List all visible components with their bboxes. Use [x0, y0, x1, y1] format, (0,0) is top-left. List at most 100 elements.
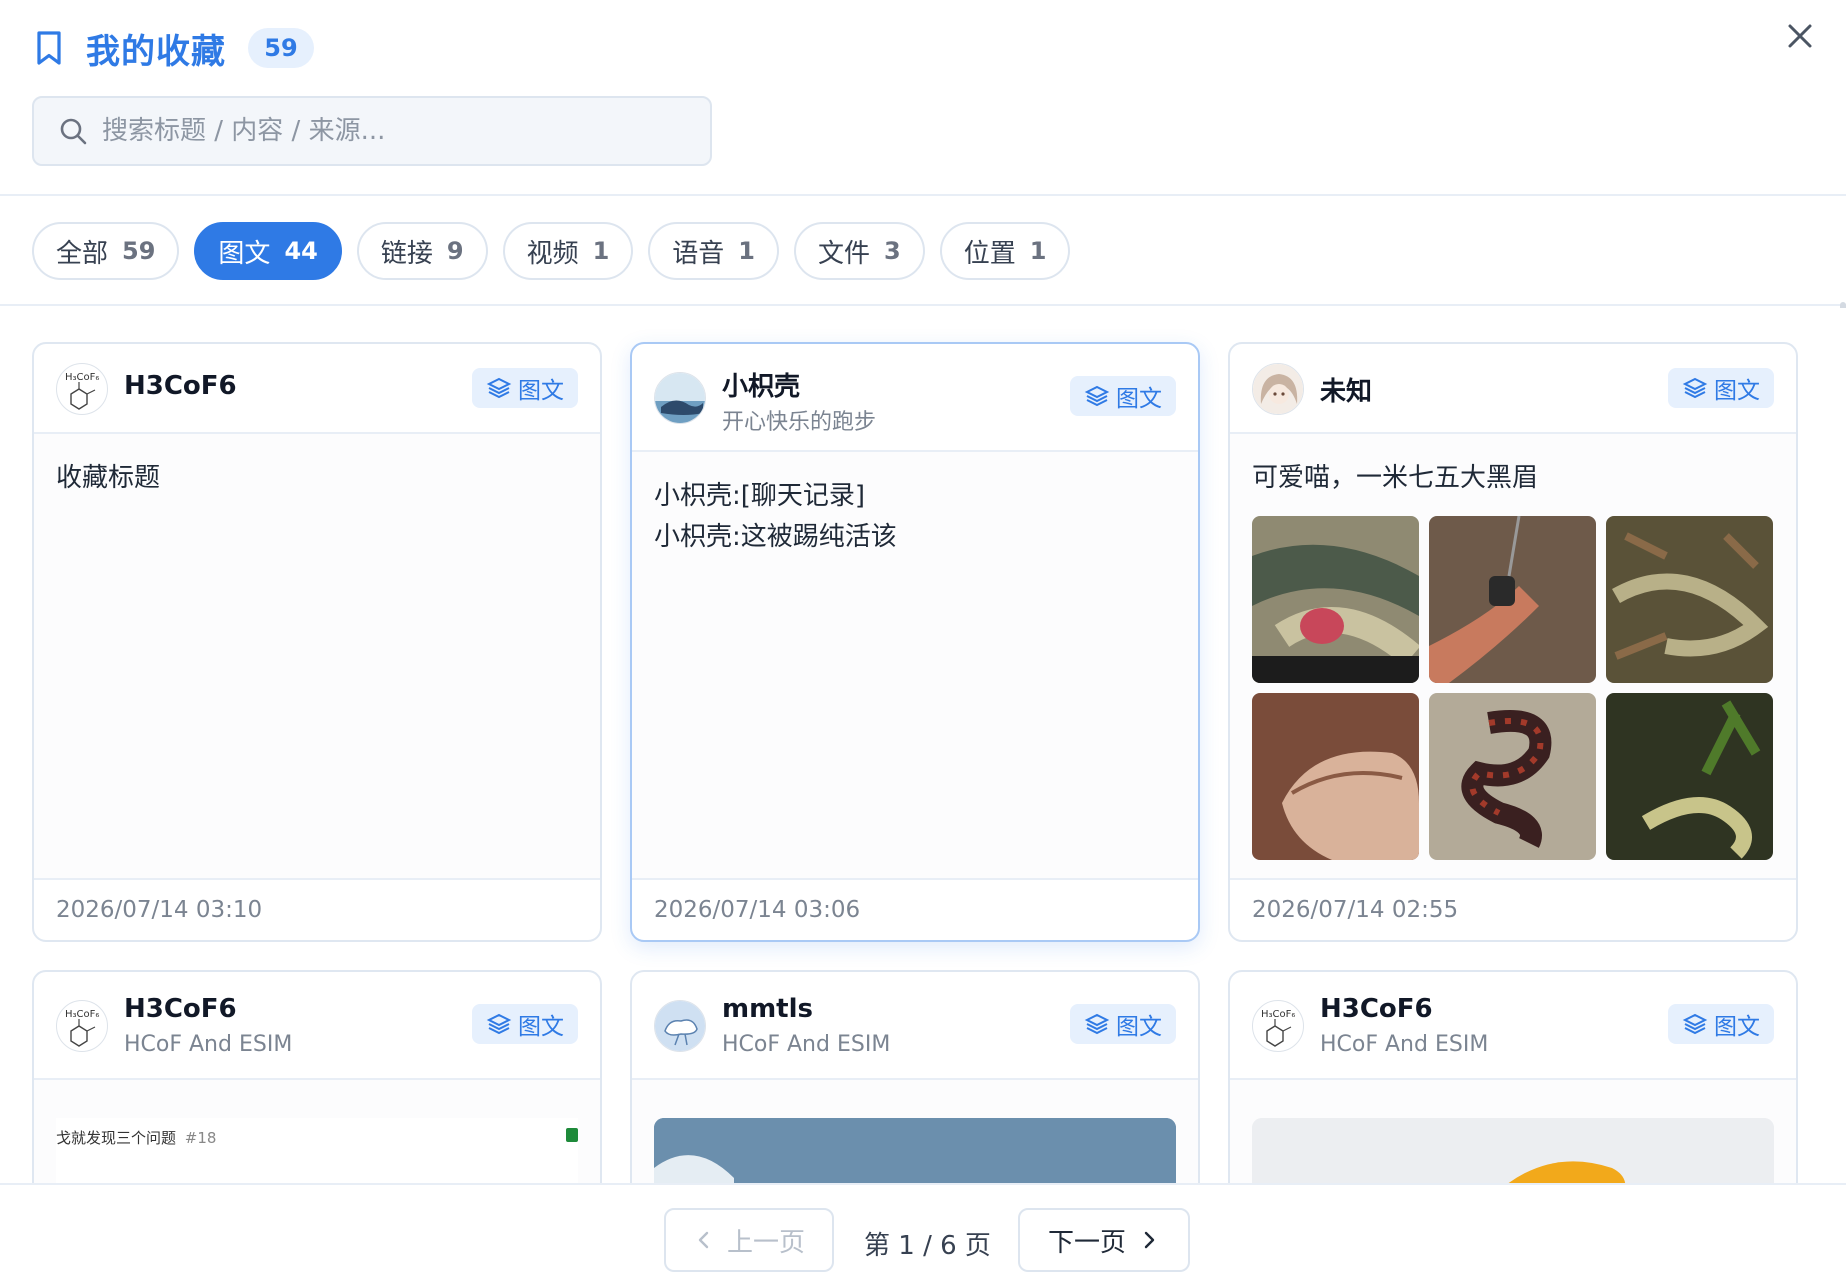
preview-image[interactable]: 戈就发现三个问题 #18: [56, 1118, 578, 1183]
type-badge: 图文: [1668, 1004, 1774, 1044]
card-text: 可爱喵，一米七五大黑眉: [1252, 463, 1539, 493]
next-page-button[interactable]: 下一页: [1018, 1208, 1190, 1272]
favorites-count-badge: 59: [248, 28, 314, 68]
type-label: 图文: [518, 1014, 564, 1040]
avatar: [654, 372, 706, 424]
filter-label: 位置: [963, 238, 1016, 269]
card-body: [632, 1080, 1198, 1183]
title-row: 我的收藏 59: [34, 26, 314, 72]
filter-count: 9: [446, 237, 464, 265]
card-body: 收藏标题: [34, 434, 600, 880]
next-page-label: 下一页: [1047, 1227, 1126, 1258]
filter-video[interactable]: 视频 1: [502, 222, 634, 280]
card-body: 小枳壳:[聊天记录] 小枳壳:这被踢纯活该: [632, 452, 1198, 880]
card-author: 小枳壳: [722, 372, 801, 402]
filter-count: 59: [122, 237, 156, 265]
favorite-card[interactable]: H₃CoF₆ H3CoF6 图文 收藏标题 2026/07/14 03:10: [32, 342, 602, 942]
filter-label: 图文: [218, 238, 271, 269]
filter-count: 3: [884, 237, 901, 265]
favorite-card[interactable]: mmtls HCoF And ESIM 图文: [630, 970, 1200, 1183]
type-badge: 图文: [1070, 376, 1176, 416]
favorites-panel: 我的收藏 59 全部 59 图文 44 链接 9 视频 1 语音 1 文件 3 位置 1: [0, 0, 1846, 1286]
header: 我的收藏 59: [0, 0, 1846, 196]
card-author: H3CoF6: [1320, 994, 1433, 1024]
filter-all[interactable]: 全部 59: [32, 222, 180, 280]
layers-icon: [1084, 1013, 1110, 1035]
preview-text: 戈就发现三个问题: [56, 1129, 177, 1147]
filter-label: 链接: [380, 238, 433, 269]
filter-label: 语音: [672, 238, 725, 269]
type-badge: 图文: [472, 368, 578, 408]
type-label: 图文: [1714, 1014, 1760, 1040]
snake-photo[interactable]: [1606, 516, 1773, 683]
favorites-grid: H₃CoF₆ H3CoF6 图文 收藏标题 2026/07/14 03:10 小…: [0, 308, 1846, 1183]
svg-text:H₃CoF₆: H₃CoF₆: [65, 372, 99, 383]
card-text-line: 小枳壳:[聊天记录]: [654, 481, 866, 511]
avatar: [654, 1000, 706, 1052]
preview-image[interactable]: [654, 1118, 1176, 1183]
card-header: H₃CoF₆ H3CoF6 HCoF And ESIM 图文: [34, 972, 600, 1080]
bookmark-icon: [37, 31, 61, 65]
filter-count: 44: [284, 237, 318, 265]
avatar: [1252, 363, 1304, 415]
favorite-card[interactable]: H₃CoF₆ H3CoF6 HCoF And ESIM 图文 戈就发现三个问题 …: [32, 970, 602, 1183]
page-title: 我的收藏: [86, 31, 226, 72]
filter-voice[interactable]: 语音 1: [648, 222, 779, 280]
snake-photo[interactable]: [1429, 516, 1596, 683]
filter-label: 全部: [56, 238, 109, 269]
snake-photo[interactable]: [1252, 693, 1419, 860]
svg-text:H₃CoF₆: H₃CoF₆: [65, 1009, 99, 1020]
filter-count: 1: [1029, 237, 1047, 265]
prev-page-button[interactable]: 上一页: [664, 1208, 834, 1272]
card-author: H3CoF6: [124, 371, 237, 401]
filter-count: 1: [592, 237, 610, 265]
type-label: 图文: [1714, 378, 1760, 404]
card-subtitle: 开心快乐的跑步: [722, 410, 877, 435]
search-box: [32, 96, 712, 166]
svg-text:H₃CoF₆: H₃CoF₆: [1261, 1009, 1295, 1020]
filter-label: 视频: [526, 238, 579, 269]
type-label: 图文: [518, 378, 564, 404]
favorite-card[interactable]: 小枳壳 开心快乐的跑步 图文 小枳壳:[聊天记录] 小枳壳:这被踢纯活该 202…: [630, 342, 1200, 942]
snake-photo[interactable]: [1606, 693, 1773, 860]
search-input[interactable]: [102, 116, 662, 146]
layers-icon: [486, 377, 512, 399]
filter-count: 1: [738, 237, 755, 265]
filter-tabs: 全部 59 图文 44 链接 9 视频 1 语音 1 文件 3 位置 1: [0, 198, 1846, 306]
type-badge: 图文: [1668, 368, 1774, 408]
chevron-left-icon: [698, 1231, 709, 1249]
filter-image-text[interactable]: 图文 44: [194, 222, 342, 280]
favorite-card[interactable]: H₃CoF₆ H3CoF6 HCoF And ESIM 图文: [1228, 970, 1798, 1183]
card-header: 未知 图文: [1230, 344, 1796, 434]
search-icon: [60, 118, 87, 145]
card-header: 小枳壳 开心快乐的跑步 图文: [632, 344, 1198, 452]
card-body: 可爱喵，一米七五大黑眉: [1230, 434, 1796, 880]
preview-image[interactable]: [1252, 1118, 1774, 1183]
page-indicator: 第 1 / 6 页: [864, 1231, 991, 1261]
snake-photo[interactable]: [1429, 693, 1596, 860]
avatar: H₃CoF₆: [1252, 1000, 1304, 1052]
card-text-line: 小枳壳:这被踢纯活该: [654, 522, 897, 552]
filter-link[interactable]: 链接 9: [356, 222, 488, 280]
snake-photo[interactable]: [1252, 516, 1419, 683]
card-time: 2026/07/14 03:06: [632, 878, 1198, 940]
prev-page-label: 上一页: [726, 1227, 805, 1258]
preview-tag: #18: [184, 1129, 217, 1147]
card-subtitle: HCoF And ESIM: [722, 1032, 891, 1057]
card-author: 未知: [1320, 377, 1373, 407]
filter-label: 文件: [818, 238, 871, 269]
filter-location[interactable]: 位置 1: [939, 222, 1071, 280]
card-subtitle: HCoF And ESIM: [1320, 1032, 1489, 1057]
type-badge: 图文: [472, 1004, 578, 1044]
type-label: 图文: [1116, 386, 1162, 412]
card-header: mmtls HCoF And ESIM 图文: [632, 972, 1198, 1080]
close-icon[interactable]: [1782, 18, 1818, 54]
layers-icon: [1682, 377, 1708, 399]
favorite-card[interactable]: 未知 图文 可爱喵，一米七五大黑眉 2026/07/14 02:55: [1228, 342, 1798, 942]
type-badge: 图文: [1070, 1004, 1176, 1044]
filter-file[interactable]: 文件 3: [794, 222, 925, 280]
image-grid: [1252, 516, 1773, 860]
layers-icon: [1084, 385, 1110, 407]
card-time: 2026/07/14 03:10: [34, 878, 600, 940]
card-body: [1230, 1080, 1796, 1183]
